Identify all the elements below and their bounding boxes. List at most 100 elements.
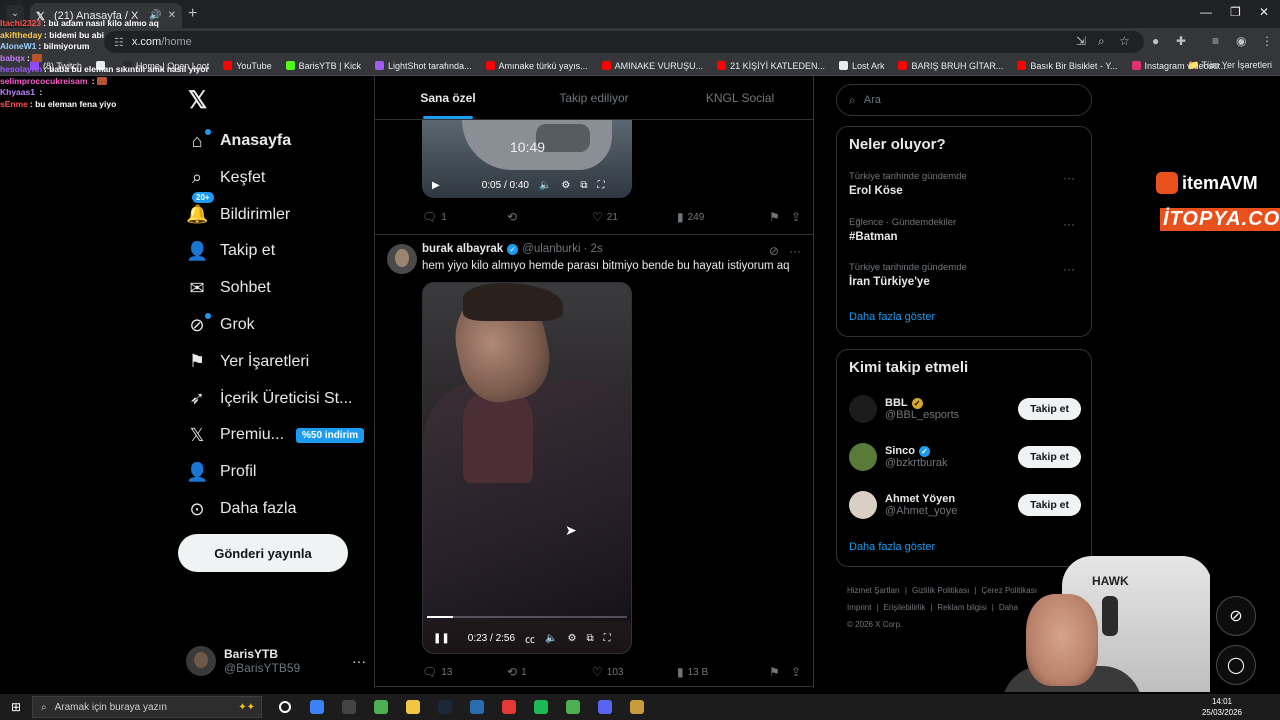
pip-icon[interactable]: ⧉ xyxy=(580,180,587,191)
nav-item-bell[interactable]: 🔔 20+ Bildirimler xyxy=(186,192,290,230)
taskbar-app-steam[interactable] xyxy=(432,696,458,718)
nav-item-bookmark[interactable]: ⚑ Yer İşaretleri xyxy=(186,347,309,377)
taskbar-app-cortana[interactable] xyxy=(272,696,298,718)
menu-icon[interactable]: ⋮ xyxy=(1261,34,1273,48)
post-time[interactable]: · 2s xyxy=(584,243,603,255)
nav-item-more-circle[interactable]: ⊙ Daha fazla xyxy=(186,494,296,524)
nav-item-rocket[interactable]: ➶ İçerik Üreticisi St... xyxy=(186,384,352,414)
footer-link[interactable]: Hizmet Şartları xyxy=(847,586,900,595)
captions-icon[interactable]: ㏄ xyxy=(525,631,535,646)
more-icon[interactable]: ··· xyxy=(1063,171,1075,185)
avatar[interactable] xyxy=(849,491,877,519)
author-name[interactable]: burak albayrak xyxy=(422,243,503,255)
avatar[interactable] xyxy=(387,244,417,274)
media-icon[interactable]: ≡ xyxy=(1212,34,1219,48)
bookmark-button[interactable]: ⚑ xyxy=(769,665,791,679)
taskbar-app-explorer[interactable] xyxy=(400,696,426,718)
nav-item-grok[interactable]: ⊘ Grok xyxy=(186,310,255,340)
views-button[interactable]: ▮ 13 B xyxy=(677,665,769,679)
repost-button[interactable]: ⟲ xyxy=(507,210,592,224)
nav-item-x-premium[interactable]: 𝕏 Premiu... %50 indirim xyxy=(186,420,365,450)
windows-start-icon[interactable]: ⊞ xyxy=(0,694,32,720)
trend-item[interactable]: Türkiye tarihinde gündemde Erol Köse ··· xyxy=(849,171,1081,197)
reply-button[interactable]: 🗨 13 xyxy=(422,665,507,679)
bookmark-item[interactable]: Lost Ark xyxy=(838,61,884,71)
window-close-icon[interactable]: ✕ xyxy=(1259,5,1269,19)
bookmark-button[interactable]: ⚑ xyxy=(769,210,791,224)
tab-kngl-social[interactable]: KNGL Social xyxy=(667,76,813,119)
play-icon[interactable]: ▶ xyxy=(432,180,440,191)
messages-fab-icon[interactable]: ◯ xyxy=(1216,645,1256,685)
taskbar-app-discord[interactable] xyxy=(592,696,618,718)
nav-item-mail[interactable]: ✉ Sohbet xyxy=(186,273,270,303)
profile-avatar-icon[interactable]: ◉ xyxy=(1236,34,1246,48)
system-clock[interactable]: 14:01 25/03/2026 xyxy=(1202,696,1242,718)
grok-icon[interactable]: ⊘ xyxy=(769,244,779,258)
bookmark-item[interactable]: 21 KİŞİYİ KATLEDEN... xyxy=(717,61,825,71)
footer-link[interactable]: Reklam bilgisi xyxy=(937,603,986,612)
more-icon[interactable]: ··· xyxy=(1063,262,1075,276)
taskbar-app-app-blue[interactable] xyxy=(304,696,330,718)
search-input[interactable] xyxy=(863,94,1064,106)
footer-link[interactable]: Imprint xyxy=(847,603,871,612)
all-bookmarks[interactable]: 📁 Tüm Yer İşaretleri xyxy=(1188,60,1272,71)
bookmark-item[interactable]: AMINAKE VURUŞU... xyxy=(601,61,703,71)
views-button[interactable]: ▮ 249 xyxy=(677,210,769,224)
trends-show-more[interactable]: Daha fazla göster xyxy=(849,311,935,323)
nav-item-profile[interactable]: 👤 Profil xyxy=(186,457,256,487)
post1-video[interactable]: 10:49 ▶ 0:05 / 0:40 🔈 ⚙ ⧉ ⛶ xyxy=(422,120,632,198)
trend-item[interactable]: Türkiye tarihinde gündemde İran Türkiye'y… xyxy=(849,262,1081,288)
minimize-icon[interactable]: — xyxy=(1200,5,1212,19)
settings-icon[interactable]: ⚙ xyxy=(567,633,576,644)
follow-suggestion[interactable]: BBL ✓ @BBL_esports Takip et xyxy=(849,392,1081,426)
settings-icon[interactable]: ⚙ xyxy=(561,180,570,191)
author-handle[interactable]: @ulanburki xyxy=(522,243,580,255)
extension-icon[interactable]: ● xyxy=(1152,34,1159,48)
like-button[interactable]: ♡ 21 xyxy=(592,210,677,224)
tab-for-you[interactable]: Sana özel xyxy=(375,76,521,119)
bookmark-item[interactable]: LightShot tarafında... xyxy=(374,61,472,71)
footer-link[interactable]: Erişilebilirlik xyxy=(884,603,926,612)
follow-button[interactable]: Takip et xyxy=(1018,494,1081,516)
fullscreen-icon[interactable]: ⛶ xyxy=(598,180,605,191)
pip-icon[interactable]: ⧉ xyxy=(586,633,593,644)
taskbar-app-spotify[interactable] xyxy=(528,696,554,718)
post2-video[interactable]: ❚❚ 0:23 / 2:56 ㏄ 🔈 ⚙ ⧉ ⛶ xyxy=(422,282,632,654)
nav-item-follow[interactable]: 👤 Takip et xyxy=(186,236,275,266)
share-button[interactable]: ⇪ xyxy=(791,210,805,224)
bookmark-item[interactable]: Basık Bir Bisiklet - Y... xyxy=(1017,61,1118,71)
footer-link[interactable]: Gizlilik Politikası xyxy=(912,586,969,595)
zoom-icon[interactable]: ⌕ xyxy=(1098,34,1105,49)
bookmark-item[interactable]: YouTube xyxy=(223,61,272,71)
account-switcher[interactable]: BarisYTB @BarisYTB59 ··· xyxy=(186,644,366,678)
nav-item-home[interactable]: ⌂ Anasayfa xyxy=(186,126,291,156)
grok-fab-icon[interactable]: ⊘ xyxy=(1216,596,1256,636)
restore-icon[interactable]: ❐ xyxy=(1230,5,1241,19)
avatar[interactable] xyxy=(849,443,877,471)
taskbar-app-league[interactable] xyxy=(624,696,650,718)
volume-icon[interactable]: 🔈 xyxy=(539,180,551,191)
pause-icon[interactable]: ❚❚ xyxy=(433,633,450,644)
video-progress-bar[interactable] xyxy=(427,616,627,618)
reply-button[interactable]: 🗨 1 xyxy=(422,210,507,224)
volume-icon[interactable]: 🔈 xyxy=(545,633,557,644)
install-icon[interactable]: ⇲ xyxy=(1076,34,1086,48)
address-bar[interactable]: ☷ x.com/home xyxy=(104,31,1144,53)
trend-item[interactable]: Eğlence · Gündemdekiler #Batman ··· xyxy=(849,217,1081,243)
puzzle-icon[interactable]: ✚ xyxy=(1176,34,1186,48)
search-box[interactable]: ⌕ xyxy=(836,84,1092,116)
taskbar-app-chrome[interactable] xyxy=(368,696,394,718)
more-icon[interactable]: ··· xyxy=(352,653,366,669)
share-button[interactable]: ⇪ xyxy=(791,665,805,679)
taskbar-app-calculator[interactable] xyxy=(336,696,362,718)
taskbar-app-terminal[interactable] xyxy=(464,696,490,718)
follow-button[interactable]: Takip et xyxy=(1018,398,1081,420)
like-button[interactable]: ♡ 103 xyxy=(592,665,677,679)
post-button[interactable]: Gönderi yayınla xyxy=(178,534,348,572)
avatar[interactable] xyxy=(849,395,877,423)
who-show-more[interactable]: Daha fazla göster xyxy=(849,541,935,553)
taskbar-app-discord-red[interactable] xyxy=(496,696,522,718)
more-icon[interactable]: ··· xyxy=(789,244,801,258)
bookmark-item[interactable]: BarisYTB | Kick xyxy=(285,61,361,71)
tab-following[interactable]: Takip ediliyor xyxy=(521,76,667,119)
